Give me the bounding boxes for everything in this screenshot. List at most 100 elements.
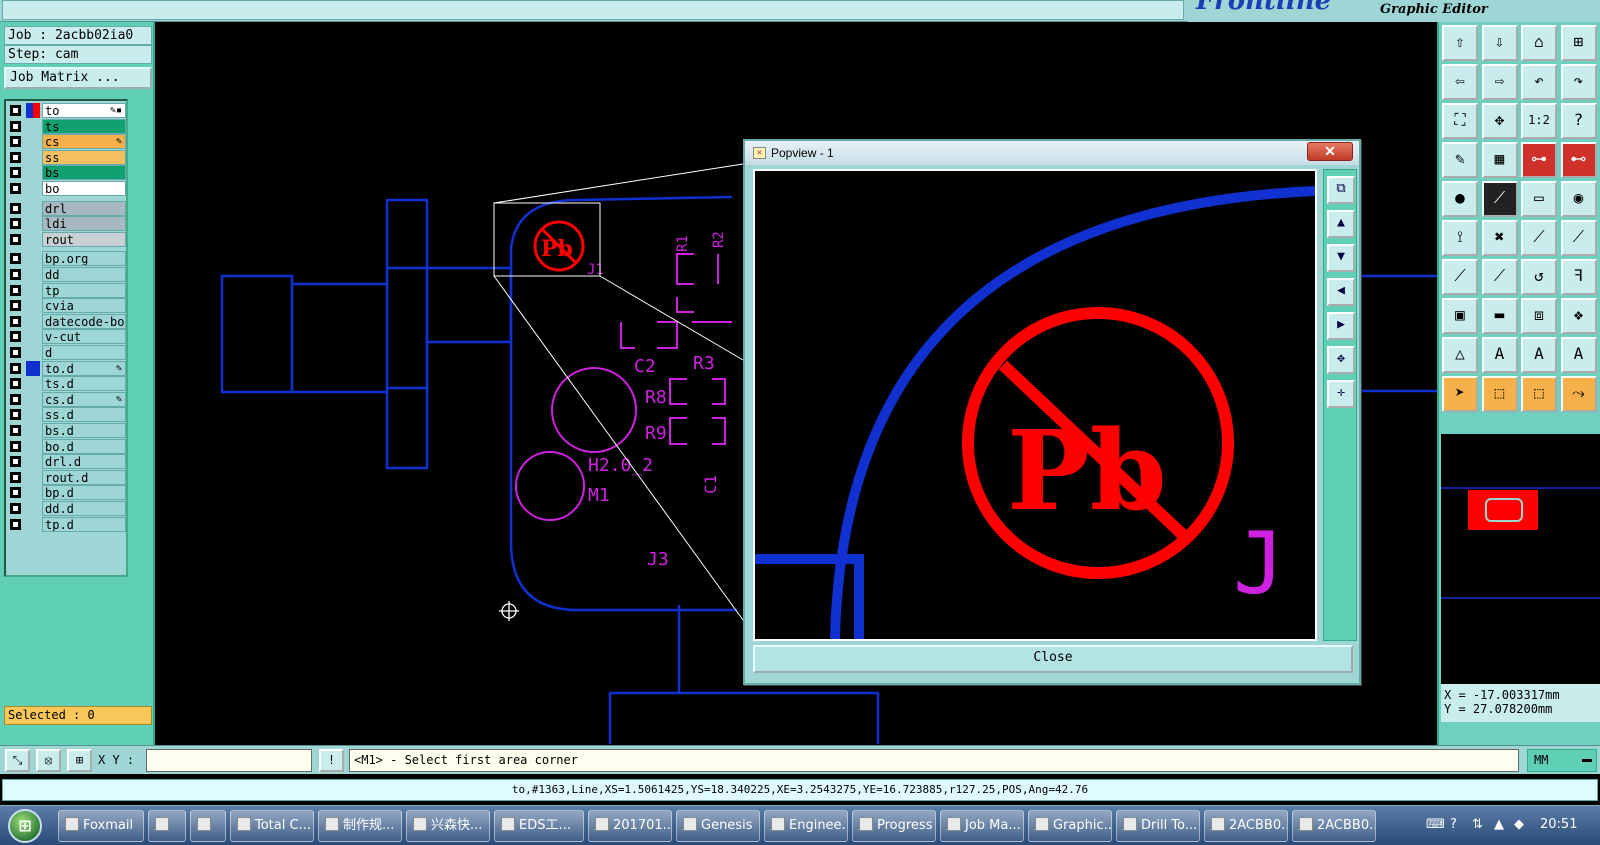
layer-name[interactable]: bp.d bbox=[42, 485, 126, 501]
layer-name[interactable]: rout.d bbox=[42, 469, 126, 485]
taskbar-item[interactable]: Foxmail bbox=[58, 810, 144, 842]
taskbar-item[interactable]: EDS工... bbox=[494, 810, 584, 842]
tri-red-icon[interactable]: △ bbox=[1442, 337, 1478, 373]
select-box-icon[interactable]: ⬚ bbox=[1481, 376, 1518, 412]
pv-pan-up-icon[interactable]: ▲ bbox=[1327, 210, 1355, 238]
layer-name[interactable]: to.d bbox=[42, 360, 126, 376]
layer-row[interactable]: to ✎▪ bbox=[8, 103, 126, 118]
pan-left-icon[interactable]: ⇦ bbox=[1442, 64, 1478, 100]
app-tray-icon[interactable]: ◆ bbox=[1514, 817, 1524, 832]
mini-view[interactable] bbox=[1441, 434, 1600, 684]
layer-name[interactable]: dd.d bbox=[42, 501, 126, 516]
layer-row[interactable]: ts bbox=[8, 118, 126, 134]
pv-center-icon[interactable]: ✛ bbox=[1327, 380, 1355, 408]
taskbar-item[interactable]: Graphic... bbox=[1028, 810, 1112, 842]
layer-name[interactable]: bs.d bbox=[42, 423, 126, 438]
layer-name[interactable]: v-cut bbox=[42, 329, 126, 345]
connect-icon[interactable]: ⟟ bbox=[1442, 220, 1478, 256]
taskbar-item[interactable]: Total C... bbox=[230, 810, 314, 842]
layer-name[interactable]: tp bbox=[42, 282, 126, 298]
taskbar-item[interactable]: Genesis bbox=[676, 810, 760, 842]
snap-red2-icon[interactable]: ⊷ bbox=[1560, 142, 1597, 178]
layer-row[interactable]: datecode-bo bbox=[8, 313, 126, 329]
layer-checkbox[interactable] bbox=[10, 331, 21, 343]
grid-toggle-icon[interactable]: ▦ bbox=[1481, 142, 1518, 178]
alert-icon[interactable]: ! bbox=[319, 749, 344, 772]
layer-name[interactable]: bp.org bbox=[42, 251, 126, 267]
cross-icon[interactable]: ✖ bbox=[1481, 220, 1518, 256]
pv-pan-right-icon[interactable]: ▶ bbox=[1327, 312, 1355, 340]
taskbar-item[interactable]: 2ACBB0... bbox=[1292, 810, 1376, 842]
xy-input[interactable] bbox=[146, 749, 312, 772]
layer-checkbox[interactable] bbox=[10, 503, 21, 514]
layer-row[interactable]: cs ✎ bbox=[8, 134, 126, 150]
snap-icon[interactable]: ⤡ bbox=[5, 749, 30, 772]
layer-checkbox[interactable] bbox=[10, 202, 21, 214]
tri-a-icon[interactable]: A bbox=[1481, 337, 1518, 373]
layer-row[interactable]: ss bbox=[8, 149, 126, 165]
layer-name[interactable]: drl.d bbox=[42, 454, 126, 470]
layer-checkbox[interactable] bbox=[10, 440, 21, 452]
taskbar-item[interactable]: Drill To... bbox=[1116, 810, 1200, 842]
layer-name[interactable]: bo bbox=[42, 181, 126, 196]
arc-icon[interactable]: ↺ bbox=[1521, 259, 1557, 295]
popview-close-button[interactable]: Close bbox=[753, 645, 1353, 673]
zoom-fit-icon[interactable]: ⛶ bbox=[1442, 103, 1478, 139]
tray-expand-icon[interactable]: ▲ bbox=[1494, 817, 1504, 832]
layer-row[interactable]: rout.d bbox=[8, 469, 126, 485]
layer-checkbox[interactable] bbox=[10, 120, 21, 132]
brush-icon[interactable]: ✎ bbox=[1442, 142, 1478, 178]
taskbar-item[interactable]: Enginee... bbox=[764, 810, 848, 842]
layer-row[interactable]: drl.d bbox=[8, 454, 126, 470]
taskbar-item[interactable]: 制作规... bbox=[318, 810, 402, 842]
taskbar-item[interactable]: 兴森快... bbox=[406, 810, 490, 842]
layer-row[interactable]: d bbox=[8, 345, 126, 360]
layer-name[interactable]: drl bbox=[42, 200, 126, 216]
layer-name[interactable]: cvia bbox=[42, 298, 126, 314]
layer-row[interactable]: bs bbox=[8, 165, 126, 181]
measure-icon[interactable]: ⦻ bbox=[36, 749, 61, 772]
diag-line-icon[interactable]: ⟋ bbox=[1442, 259, 1478, 295]
layer-row[interactable]: tp bbox=[8, 282, 126, 298]
popview-close-x[interactable]: ✕ bbox=[1307, 142, 1353, 161]
layer-row[interactable]: dd bbox=[8, 267, 126, 282]
layer-row[interactable]: dd.d bbox=[8, 501, 126, 516]
tri-b-icon[interactable]: A bbox=[1521, 337, 1557, 373]
point-icon[interactable]: ⟋ bbox=[1521, 220, 1557, 256]
snap-red-icon[interactable]: ⊶ bbox=[1521, 142, 1557, 178]
help-icon[interactable]: ? bbox=[1560, 103, 1597, 139]
circle-add-icon[interactable]: ◉ bbox=[1560, 181, 1597, 217]
undo-view-icon[interactable]: ↶ bbox=[1521, 64, 1557, 100]
layer-name[interactable]: cs bbox=[42, 134, 126, 150]
popview-canvas[interactable]: Pb J bbox=[753, 169, 1317, 641]
taskbar-item[interactable]: 201701... bbox=[588, 810, 672, 842]
layer-color-swatch[interactable] bbox=[26, 360, 40, 376]
layer-name[interactable]: rout bbox=[42, 231, 126, 247]
layer-checkbox[interactable] bbox=[10, 167, 21, 179]
pv-zoom-icon[interactable]: ⧉ bbox=[1327, 176, 1355, 204]
layer-name[interactable]: d bbox=[42, 345, 126, 360]
layer-name[interactable]: ldi bbox=[42, 216, 126, 232]
zoom-center-icon[interactable]: ✥ bbox=[1481, 103, 1518, 139]
home-icon[interactable]: ⌂ bbox=[1521, 25, 1557, 61]
pan-right-icon[interactable]: ⇨ bbox=[1481, 64, 1518, 100]
layer-row[interactable]: rout bbox=[8, 231, 126, 247]
layer-checkbox[interactable] bbox=[10, 347, 21, 358]
layer-checkbox[interactable] bbox=[10, 518, 21, 530]
taskbar-item[interactable]: Progress bbox=[852, 810, 936, 842]
layer-checkbox[interactable] bbox=[10, 284, 21, 296]
blob-icon[interactable]: ❖ bbox=[1560, 298, 1597, 334]
layer-name[interactable]: ts.d bbox=[42, 376, 126, 392]
select-poly-icon[interactable]: ⬚ bbox=[1521, 376, 1557, 412]
layer-name[interactable]: ss.d bbox=[42, 407, 126, 423]
network-icon[interactable]: ⇅ bbox=[1472, 817, 1483, 832]
layer-checkbox[interactable] bbox=[10, 183, 21, 194]
layer-name[interactable]: cs.d bbox=[42, 391, 126, 407]
layer-checkbox[interactable] bbox=[10, 487, 21, 499]
layer-row[interactable]: tp.d bbox=[8, 516, 126, 532]
layer-checkbox[interactable] bbox=[10, 471, 21, 483]
layer-checkbox[interactable] bbox=[10, 151, 21, 163]
layer-name[interactable]: tp.d bbox=[42, 516, 126, 532]
line-add-icon[interactable]: ⟋ bbox=[1481, 181, 1518, 217]
keyboard-icon[interactable]: ⌨ bbox=[1426, 817, 1445, 832]
